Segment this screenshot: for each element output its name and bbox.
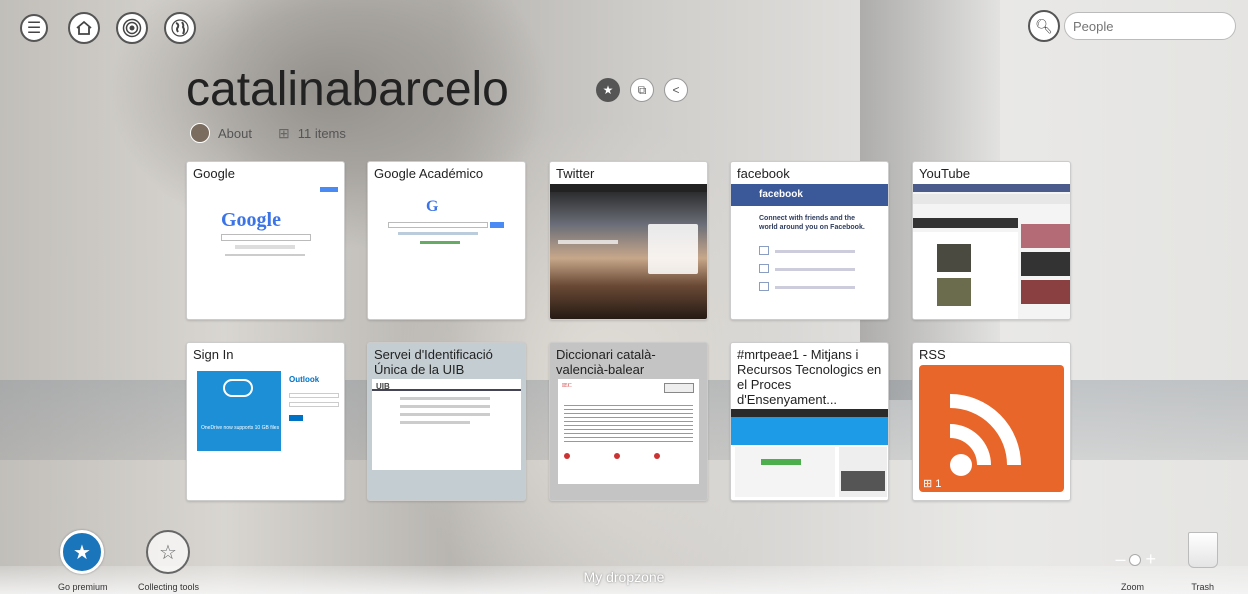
about-link[interactable]: About	[218, 126, 252, 141]
outlook-label: Outlook	[289, 375, 320, 384]
card-thumbnail: facebook Connect with friends and the wo…	[731, 184, 888, 319]
card-thumbnail: OneDrive now supports 10 GB files Outloo…	[187, 371, 344, 500]
card-title: Twitter	[556, 166, 595, 181]
card-thumbnail: Google	[187, 184, 344, 319]
card-mrtpeae1[interactable]: #mrtpeae1 - Mitjans i Recursos Tecnologi…	[730, 342, 889, 501]
card-title: Google Académico	[374, 166, 484, 181]
card-sign-in[interactable]: Sign In OneDrive now supports 10 GB file…	[186, 342, 345, 501]
onedrive-text: OneDrive now supports 10 GB files	[201, 425, 280, 431]
home-button[interactable]	[68, 12, 100, 44]
card-title: #mrtpeae1 - Mitjans i Recursos Tecnologi…	[737, 347, 882, 407]
trash-icon[interactable]	[1188, 532, 1218, 568]
search-button[interactable]: 🔍︎	[1028, 10, 1060, 42]
facebook-tagline: Connect with friends and the world aroun…	[759, 215, 865, 231]
activity-button[interactable]	[116, 12, 148, 44]
card-title: RSS	[919, 347, 946, 362]
collecting-tools-label: Collecting tools	[138, 582, 200, 592]
card-google-academico[interactable]: Google Académico G	[367, 161, 526, 320]
share-button[interactable]: <	[664, 78, 688, 102]
card-thumbnail: ⊞ 1	[919, 365, 1064, 492]
card-rss[interactable]: RSS ⊞ 1	[912, 342, 1071, 501]
star-icon: ★	[602, 83, 614, 97]
zoom-control[interactable]: – +	[1115, 549, 1156, 570]
card-title: YouTube	[919, 166, 971, 181]
card-diccionari[interactable]: Diccionari català-valencià-balear IEC	[549, 342, 708, 501]
title-actions: ★ ⧉ <	[596, 78, 688, 102]
zoom-out-icon[interactable]: –	[1115, 549, 1125, 570]
people-search: 🔍︎	[1028, 10, 1238, 42]
profile-meta: About ⊞ 11 items	[190, 123, 346, 143]
star-outline-icon: ☆	[159, 541, 177, 564]
premium-star-icon: ★	[73, 541, 91, 564]
card-title: facebook	[737, 166, 790, 181]
zoom-label: Zoom	[1120, 582, 1144, 592]
grid-icon: ⊞	[923, 478, 933, 490]
zoom-in-icon[interactable]: +	[1145, 549, 1156, 570]
trash-label: Trash	[1191, 582, 1214, 592]
card-thumbnail	[913, 184, 1070, 319]
podcast-icon	[122, 18, 142, 38]
explore-button[interactable]	[164, 12, 196, 44]
card-youtube[interactable]: YouTube	[912, 161, 1071, 320]
card-facebook[interactable]: facebook facebook Connect with friends a…	[730, 161, 889, 320]
menu-icon: ☰	[26, 20, 42, 37]
zoom-slider-knob[interactable]	[1129, 553, 1142, 566]
home-icon	[76, 20, 92, 35]
rss-icon	[949, 394, 1021, 476]
cloud-icon	[223, 379, 253, 397]
card-title: Diccionari català-valencià-balear	[556, 347, 656, 377]
card-google[interactable]: Google Google	[186, 161, 345, 320]
card-thumbnail	[731, 409, 888, 500]
page-title: catalinabarcelo	[186, 63, 509, 116]
card-thumbnail	[550, 184, 707, 319]
card-thumbnail: G	[368, 184, 525, 319]
facebook-header: facebook	[731, 184, 888, 206]
google-logo: Google	[221, 209, 281, 231]
card-servei-identificacio[interactable]: Servei d'Identificació Única de la UIB U…	[367, 342, 526, 501]
card-title: Servei d'Identificació Única de la UIB	[374, 347, 493, 377]
avatar[interactable]	[190, 123, 210, 143]
card-twitter[interactable]: Twitter	[549, 161, 708, 320]
favorite-button[interactable]: ★	[596, 78, 620, 102]
card-title: Sign In	[193, 347, 234, 362]
card-title: Google	[193, 166, 235, 181]
grid-icon: ⊞	[277, 124, 290, 141]
search-input[interactable]	[1064, 12, 1236, 40]
item-count: ⊞ 1	[923, 478, 942, 490]
collecting-tools-button[interactable]: ☆	[146, 530, 190, 574]
share-icon: <	[672, 83, 680, 97]
go-premium-button[interactable]: ★	[60, 530, 104, 574]
card-thumbnail: UIB	[372, 379, 521, 470]
menu-button[interactable]: ☰	[20, 14, 48, 42]
card-thumbnail: IEC	[558, 379, 699, 484]
copy-icon: ⧉	[637, 82, 647, 97]
globe-icon	[171, 19, 189, 37]
search-icon: 🔍︎	[1035, 17, 1053, 34]
items-count: 11 items	[297, 125, 346, 141]
go-premium-label: Go premium	[58, 582, 108, 592]
copy-button[interactable]: ⧉	[630, 78, 654, 102]
